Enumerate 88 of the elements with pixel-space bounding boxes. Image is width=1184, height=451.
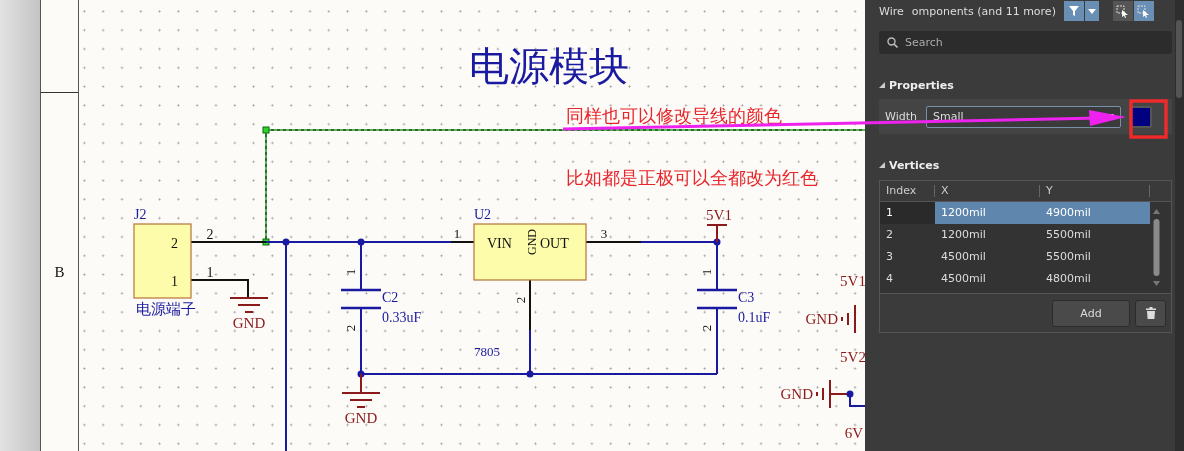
pin-number: 1 — [343, 268, 358, 276]
junction-dot — [526, 370, 534, 378]
section-title: Vertices — [889, 158, 940, 172]
pin-number: 2 — [206, 227, 214, 242]
net-label: GND — [805, 311, 838, 327]
pin-number: 1 — [453, 226, 461, 241]
table-cell-text: 5500mil — [1045, 227, 1092, 243]
net-label: 5V1 — [706, 207, 732, 223]
search-field[interactable]: Search — [879, 31, 1172, 54]
table-cell-text: 2 — [885, 227, 894, 243]
add-button[interactable]: Add — [1052, 299, 1130, 327]
pin-number: 2 — [513, 296, 528, 304]
filter-icon — [1067, 5, 1080, 17]
capacitor-symbol — [695, 288, 739, 310]
column-header: X — [935, 185, 1040, 197]
component-name: 电源端子 — [136, 301, 196, 317]
component-value: 7805 — [474, 344, 500, 359]
designator-label: C3 — [738, 290, 755, 305]
object-kind-label: Wire — [879, 4, 904, 18]
table-row[interactable]: 4 4500mil 4800mil — [880, 268, 1150, 290]
junction-dot — [357, 238, 365, 246]
filter-button[interactable] — [1063, 1, 1084, 21]
pin-number: 2 — [699, 324, 714, 332]
highlight-box — [1129, 99, 1168, 139]
expanded-triangle-icon[interactable] — [879, 82, 885, 88]
table-cell: 4900mil — [1040, 202, 1150, 224]
junction-dot — [846, 390, 854, 398]
table-row[interactable]: 1 1200mil 4900mil — [880, 202, 1150, 224]
section-title: Properties — [889, 78, 954, 92]
column-header: Index — [880, 185, 935, 197]
select-cursor-icon — [1116, 4, 1130, 18]
table-cell-text: 4 — [885, 271, 894, 287]
annotation-text: 比如都是正极可以全都改为红色 — [566, 166, 818, 190]
scrollbar-thumb[interactable] — [1176, 20, 1182, 98]
pin-label: 2 — [171, 236, 178, 251]
pin-number: 1 — [699, 268, 714, 276]
pin-label: GND — [525, 229, 539, 255]
junction-dot — [357, 370, 365, 378]
capacitor-symbol — [339, 288, 383, 310]
selection-mode-button[interactable] — [1133, 1, 1154, 21]
net-label: 6V — [844, 425, 864, 441]
selection-mode-button[interactable] — [1112, 1, 1133, 21]
delete-button[interactable] — [1135, 299, 1166, 327]
dropdown-button[interactable] — [1084, 1, 1099, 21]
table-cell-text: 5500mil — [1045, 249, 1092, 265]
ground-symbol — [229, 297, 269, 313]
wire — [190, 279, 249, 299]
net-label: 5V2 — [840, 349, 866, 365]
designator-label: U2 — [474, 207, 492, 222]
net-label: GND — [232, 315, 266, 331]
pin-number: 3 — [600, 226, 608, 241]
filter-summary: omponents (and 11 more) — [911, 4, 1056, 18]
component-value: 0.33uF — [382, 310, 422, 325]
caret-icon — [1087, 8, 1096, 14]
net-label: GND — [780, 386, 813, 402]
pin-label: OUT — [540, 236, 569, 251]
column-header: Y — [1040, 185, 1150, 197]
table-cell: 1 — [880, 202, 935, 224]
junction-dot — [282, 238, 290, 246]
power-port-symbol — [706, 224, 728, 243]
net-label: 5V1 — [840, 273, 866, 289]
trash-icon — [1145, 307, 1156, 319]
field-label: Width — [885, 110, 917, 123]
ground-symbol — [341, 373, 381, 408]
pin-label: 1 — [171, 274, 178, 289]
sheet-title: 电源模块 — [469, 44, 629, 89]
table-cell-text: 4500mil — [940, 271, 987, 287]
designator-label: C2 — [382, 290, 399, 305]
net-label: GND — [344, 410, 378, 426]
component-value: 0.1uF — [738, 310, 771, 325]
annotation-text: 同样也可以修改导线的颜色 — [566, 104, 782, 128]
pin-number: 1 — [206, 265, 214, 280]
panel-scrollbar[interactable] — [1175, 0, 1184, 451]
pin-number: 2 — [343, 324, 358, 332]
designator-label: J2 — [134, 207, 147, 222]
junction-dot — [713, 238, 721, 246]
table-cell-text: 4800mil — [1045, 271, 1092, 287]
expanded-triangle-icon[interactable] — [879, 162, 885, 168]
select-cursor-icon — [1137, 4, 1151, 18]
table-cell-text: 3 — [885, 249, 894, 265]
table-row[interactable]: 3 4500mil 5500mil — [880, 246, 1150, 268]
table-cell: 1200mil — [935, 202, 1040, 224]
zone-label: B — [54, 263, 65, 281]
table-row[interactable]: 2 1200mil 5500mil — [880, 224, 1150, 246]
ground-symbol — [841, 304, 856, 334]
pin-label: VIN — [487, 236, 512, 251]
table-cell-text: 1200mil — [940, 227, 987, 243]
table-cell-text: 4500mil — [940, 249, 987, 265]
